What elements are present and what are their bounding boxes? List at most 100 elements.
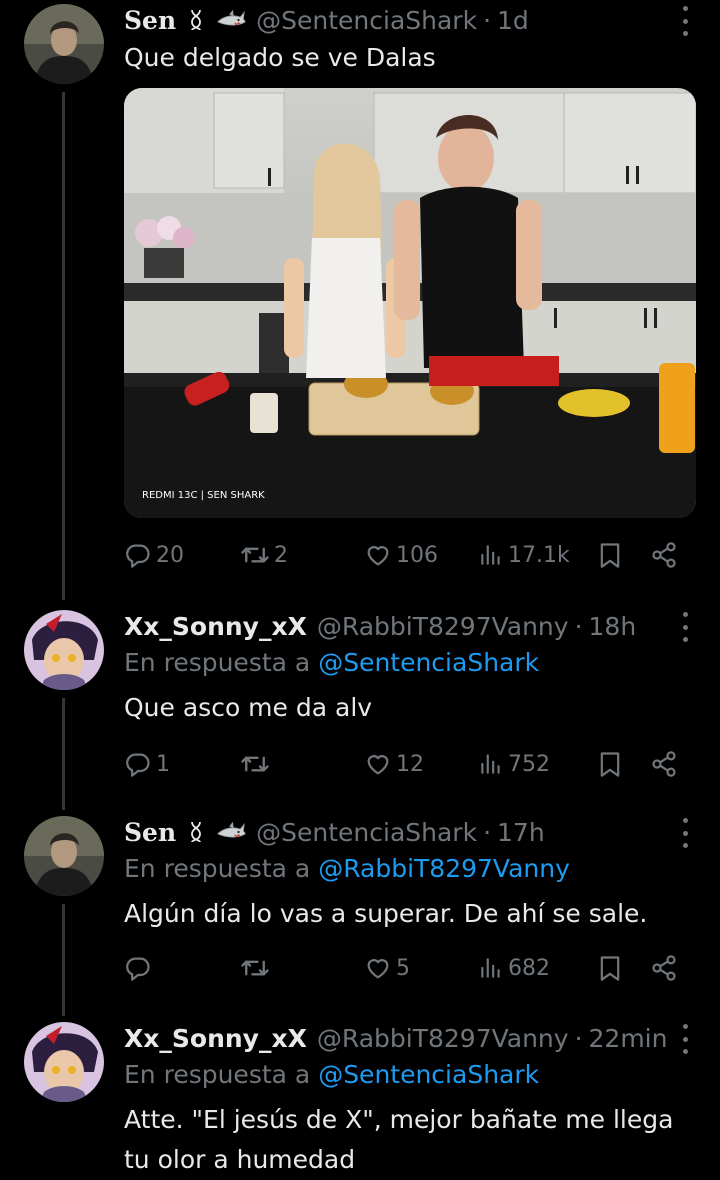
reply-to-handle[interactable]: @RabbiT8297Vanny xyxy=(318,854,570,883)
reply-button[interactable]: 20 xyxy=(124,535,184,575)
timestamp[interactable]: 18h xyxy=(589,612,637,641)
reply-to-label: En respuesta a xyxy=(124,854,319,883)
tweet[interactable]: Xx_Sonny_xX @RabbiT8297Vanny · 18h En re… xyxy=(0,606,720,810)
display-name[interactable]: Sen xyxy=(124,6,176,35)
like-button[interactable]: 106 xyxy=(364,535,438,575)
tweet-actions: 1 12 752 xyxy=(124,744,684,784)
separator-dot: · xyxy=(574,1023,583,1053)
dna-emoji xyxy=(184,8,208,32)
repost-icon xyxy=(240,540,270,570)
repost-button[interactable] xyxy=(240,948,270,988)
handle[interactable]: @RabbiT8297Vanny xyxy=(317,612,569,641)
like-count: 5 xyxy=(396,955,410,981)
bookmark-button[interactable] xyxy=(596,948,624,988)
like-icon xyxy=(364,750,392,778)
timestamp[interactable]: 1d xyxy=(497,6,529,35)
share-icon xyxy=(650,954,678,982)
avatar[interactable] xyxy=(24,610,104,690)
more-icon[interactable] xyxy=(680,6,690,36)
repost-button[interactable] xyxy=(240,744,270,784)
thread-line xyxy=(62,904,65,1016)
like-count: 106 xyxy=(396,542,438,568)
thread-line xyxy=(62,92,65,600)
handle[interactable]: @RabbiT8297Vanny xyxy=(317,1024,569,1053)
display-name[interactable]: Xx_Sonny_xX xyxy=(124,1024,307,1053)
views-button[interactable]: 752 xyxy=(478,744,550,784)
reply-to-line: En respuesta a @SentenciaShark xyxy=(124,1060,539,1089)
media-watermark: REDMI 13C | SEN SHARK xyxy=(142,490,265,501)
avatar[interactable] xyxy=(24,1022,104,1102)
separator-dot: · xyxy=(483,817,492,847)
tweet-text: Que asco me da alv xyxy=(124,693,373,722)
like-count: 12 xyxy=(396,751,424,777)
reply-icon xyxy=(124,541,152,569)
timestamp[interactable]: 22min xyxy=(589,1024,668,1053)
views-icon xyxy=(478,542,504,568)
thread-line xyxy=(62,698,65,810)
avatar[interactable] xyxy=(24,4,104,84)
repost-icon xyxy=(240,953,270,983)
more-icon[interactable] xyxy=(680,612,690,642)
tweet-header: Xx_Sonny_xX @RabbiT8297Vanny · 18h xyxy=(124,606,636,646)
like-button[interactable]: 12 xyxy=(364,744,424,784)
more-icon[interactable] xyxy=(680,1024,690,1054)
like-icon xyxy=(364,954,392,982)
display-name[interactable]: Xx_Sonny_xX xyxy=(124,612,307,641)
reply-to-line: En respuesta a @SentenciaShark xyxy=(124,648,539,677)
handle[interactable]: @SentenciaShark xyxy=(256,6,477,35)
tweet-actions: 20 2 106 17.1k xyxy=(124,535,684,575)
more-icon[interactable] xyxy=(680,818,690,848)
views-count: 682 xyxy=(508,955,550,981)
tweet[interactable]: Sen @SentenciaShark · 1d Que delgado se … xyxy=(0,0,720,600)
bookmark-icon xyxy=(596,541,624,569)
tweet-header: Xx_Sonny_xX @RabbiT8297Vanny · 22min xyxy=(124,1018,667,1058)
tweet-header: Sen @SentenciaShark · 1d xyxy=(124,0,529,40)
repost-count: 2 xyxy=(274,542,288,568)
views-icon xyxy=(478,955,504,981)
reply-to-handle[interactable]: @SentenciaShark xyxy=(318,648,539,677)
avatar[interactable] xyxy=(24,816,104,896)
like-icon xyxy=(364,541,392,569)
reply-count: 20 xyxy=(156,542,184,568)
views-icon xyxy=(478,751,504,777)
reply-button[interactable]: 1 xyxy=(124,744,170,784)
dna-emoji xyxy=(184,820,208,844)
shark-emoji xyxy=(216,820,246,844)
bookmark-icon xyxy=(596,750,624,778)
share-icon xyxy=(650,750,678,778)
views-count: 752 xyxy=(508,751,550,777)
timestamp[interactable]: 17h xyxy=(497,818,545,847)
like-button[interactable]: 5 xyxy=(364,948,410,988)
reply-to-line: En respuesta a @RabbiT8297Vanny xyxy=(124,854,570,883)
repost-icon xyxy=(240,749,270,779)
reply-to-handle[interactable]: @SentenciaShark xyxy=(318,1060,539,1089)
views-count: 17.1k xyxy=(508,542,570,568)
display-name[interactable]: Sen xyxy=(124,818,176,847)
separator-dot: · xyxy=(483,5,492,35)
tweet-text: Que delgado se ve Dalas xyxy=(124,43,436,72)
share-button[interactable] xyxy=(650,744,678,784)
reply-count: 1 xyxy=(156,751,170,777)
tweet-actions: 5 682 xyxy=(124,948,684,988)
tweet-header: Sen @SentenciaShark · 17h xyxy=(124,812,545,852)
reply-button[interactable] xyxy=(124,948,152,988)
tweet[interactable]: Sen @SentenciaShark · 17h En respuesta a… xyxy=(0,812,720,1016)
separator-dot: · xyxy=(574,611,583,641)
share-icon xyxy=(650,541,678,569)
share-button[interactable] xyxy=(650,535,678,575)
views-button[interactable]: 682 xyxy=(478,948,550,988)
tweet[interactable]: Xx_Sonny_xX @RabbiT8297Vanny · 22min En … xyxy=(0,1018,720,1176)
views-button[interactable]: 17.1k xyxy=(478,535,570,575)
reply-to-label: En respuesta a xyxy=(124,648,319,677)
bookmark-icon xyxy=(596,954,624,982)
bookmark-button[interactable] xyxy=(596,744,624,784)
reply-icon xyxy=(124,954,152,982)
share-button[interactable] xyxy=(650,948,678,988)
tweet-text: Atte. "El jesús de X", mejor bañate me l… xyxy=(124,1105,674,1174)
bookmark-button[interactable] xyxy=(596,535,624,575)
handle[interactable]: @SentenciaShark xyxy=(256,818,477,847)
repost-button[interactable]: 2 xyxy=(240,535,288,575)
shark-emoji xyxy=(216,8,246,32)
reply-icon xyxy=(124,750,152,778)
tweet-media-image[interactable]: REDMI 13C | SEN SHARK xyxy=(124,88,696,518)
